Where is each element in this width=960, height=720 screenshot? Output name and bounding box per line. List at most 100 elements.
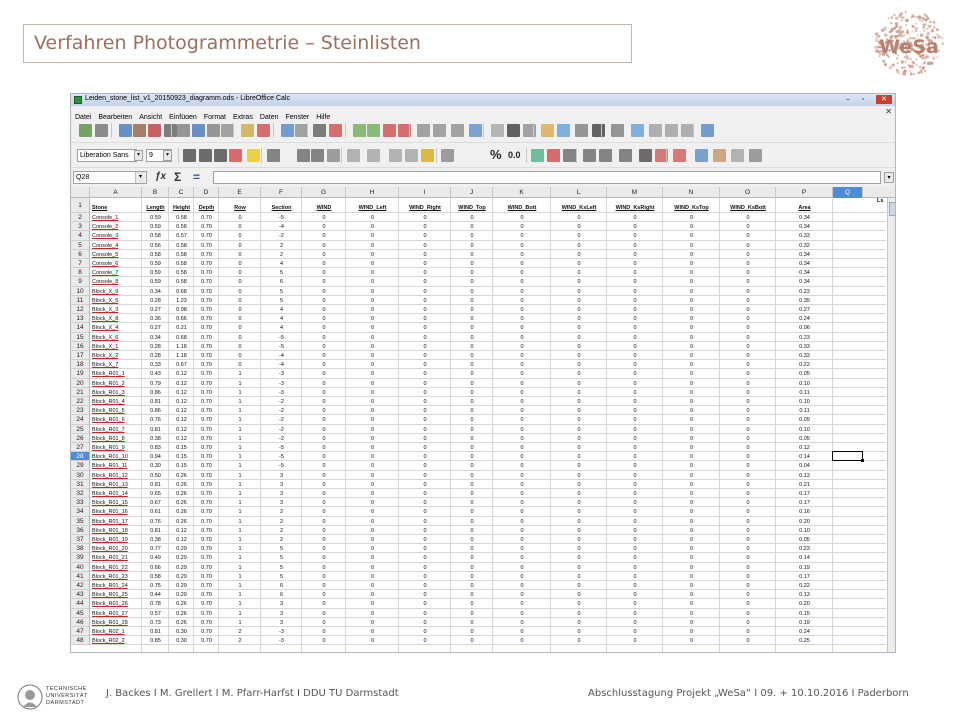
data-cell[interactable]: 0 (346, 232, 399, 240)
data-cell[interactable]: 1 (219, 554, 261, 562)
data-cell[interactable]: 1 (219, 426, 261, 434)
data-cell[interactable]: 0.12 (169, 380, 194, 388)
data-cell[interactable]: 1 (219, 499, 261, 507)
data-cell[interactable]: 0.70 (194, 518, 219, 526)
data-cell[interactable]: 0 (720, 343, 776, 351)
pivot-icon[interactable] (523, 124, 536, 137)
row-header-31[interactable]: 31 (71, 479, 90, 489)
data-cell[interactable]: 0 (399, 508, 451, 516)
data-cell[interactable]: 0.26 (169, 472, 194, 480)
data-cell[interactable]: 0.83 (142, 444, 169, 452)
row-header-12[interactable]: 12 (71, 305, 90, 315)
data-cell[interactable]: 0 (399, 527, 451, 535)
data-cell[interactable]: 0.59 (142, 278, 169, 286)
data-cell[interactable]: 0 (302, 389, 346, 397)
data-cell[interactable]: 0 (493, 545, 551, 553)
data-cell[interactable]: 0 (720, 370, 776, 378)
data-cell[interactable]: 0 (493, 610, 551, 618)
data-cell[interactable]: 0 (663, 619, 720, 627)
data-cell[interactable]: 0 (720, 462, 776, 470)
data-cell[interactable]: 0 (399, 389, 451, 397)
data-cell[interactable]: 1 (219, 591, 261, 599)
data-cell[interactable]: Block_R01_18 (92, 527, 142, 535)
row-header-30[interactable]: 30 (71, 470, 90, 480)
align-left-icon[interactable] (267, 149, 280, 162)
data-cell[interactable]: 0 (302, 407, 346, 415)
data-cell[interactable]: -5 (261, 462, 302, 470)
data-cell[interactable]: 0 (493, 637, 551, 645)
data-cell[interactable]: 1 (219, 453, 261, 461)
data-cell[interactable]: 0 (399, 591, 451, 599)
data-cell[interactable]: 0.50 (142, 472, 169, 480)
data-cell[interactable]: Block_X_8 (92, 315, 142, 323)
data-cell[interactable]: 2 (261, 508, 302, 516)
data-cell[interactable]: 0 (399, 573, 451, 581)
data-cell[interactable]: Block_X_4 (92, 324, 142, 332)
column-header-n[interactable]: N (663, 187, 720, 198)
data-cell[interactable]: Block_R01_26 (92, 600, 142, 608)
delete-decimal-icon[interactable] (547, 149, 560, 162)
data-cell[interactable]: 0 (346, 306, 399, 314)
data-cell[interactable]: 0.12 (169, 416, 194, 424)
copy-icon[interactable] (192, 124, 205, 137)
data-cell[interactable]: 0.94 (142, 453, 169, 461)
data-cell[interactable]: 0 (346, 407, 399, 415)
data-cell[interactable]: 0.16 (776, 508, 833, 516)
row-header-24[interactable]: 24 (71, 415, 90, 425)
data-cell[interactable]: 0.05 (776, 536, 833, 544)
row-header-21[interactable]: 21 (71, 387, 90, 397)
data-cell[interactable]: 0 (346, 260, 399, 268)
data-cell[interactable]: 0 (451, 582, 493, 590)
data-cell[interactable]: 0 (607, 610, 663, 618)
data-cell[interactable]: 0.17 (776, 499, 833, 507)
data-cell[interactable]: 0 (346, 527, 399, 535)
data-cell[interactable]: 0 (720, 527, 776, 535)
align-center-icon[interactable] (297, 149, 310, 162)
data-cell[interactable]: 0.20 (776, 600, 833, 608)
data-cell[interactable]: Block_R01_15 (92, 499, 142, 507)
font-name-dropdown[interactable]: ▾ (134, 150, 143, 161)
data-cell[interactable]: 0 (663, 554, 720, 562)
data-cell[interactable]: 0 (551, 352, 607, 360)
data-cell[interactable]: 0 (720, 472, 776, 480)
data-cell[interactable]: 0 (346, 297, 399, 305)
headers-icon[interactable] (592, 124, 605, 137)
data-cell[interactable]: 0 (663, 269, 720, 277)
data-cell[interactable]: 0 (720, 232, 776, 240)
underline-icon[interactable] (214, 149, 227, 162)
data-cell[interactable]: 0 (720, 564, 776, 572)
data-cell[interactable]: 0.12 (169, 398, 194, 406)
data-cell[interactable]: 0 (551, 334, 607, 342)
data-cell[interactable]: 0 (451, 297, 493, 305)
data-cell[interactable]: 0.70 (194, 242, 219, 250)
data-cell[interactable]: 0 (663, 407, 720, 415)
data-cell[interactable]: 0 (607, 407, 663, 415)
column-title-cell[interactable]: WIND_Right (399, 204, 451, 212)
data-cell[interactable]: 0 (493, 223, 551, 231)
formula-input[interactable] (213, 171, 881, 184)
data-cell[interactable]: 0.10 (776, 398, 833, 406)
data-cell[interactable]: 0.70 (194, 251, 219, 259)
formula-button[interactable]: = (193, 170, 200, 184)
hyperlink-icon[interactable] (557, 124, 570, 137)
row-header-39[interactable]: 39 (71, 553, 90, 563)
data-cell[interactable]: 3 (261, 490, 302, 498)
minimize-button[interactable]: – (842, 95, 854, 104)
data-cell[interactable]: 0 (451, 389, 493, 397)
data-cell[interactable]: 0.34 (776, 214, 833, 222)
data-cell[interactable]: 0 (493, 306, 551, 314)
data-cell[interactable]: 0 (346, 278, 399, 286)
data-cell[interactable]: 0 (663, 324, 720, 332)
data-cell[interactable]: 0.34 (776, 223, 833, 231)
data-cell[interactable]: 0 (663, 223, 720, 231)
data-cell[interactable]: 0 (551, 628, 607, 636)
data-cell[interactable]: 0.70 (194, 600, 219, 608)
data-cell[interactable]: 0 (399, 260, 451, 268)
data-cell[interactable]: 0.70 (194, 637, 219, 645)
data-cell[interactable]: 0.58 (169, 242, 194, 250)
data-cell[interactable]: 0.23 (776, 545, 833, 553)
data-cell[interactable]: 0.70 (194, 619, 219, 627)
data-cell[interactable]: 0.58 (142, 573, 169, 581)
sort-desc-icon[interactable] (451, 124, 464, 137)
save-icon[interactable] (119, 124, 132, 137)
